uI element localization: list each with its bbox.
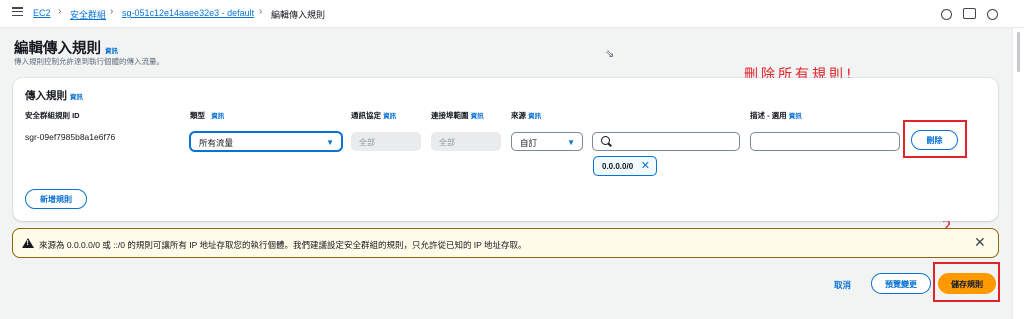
cidr-search-input[interactable] (592, 132, 740, 151)
column-header-type: 類型 資訊 (190, 111, 225, 120)
column-header-port-range: 連接埠範圍 資訊 (431, 111, 484, 120)
description-input[interactable] (750, 132, 900, 151)
protocol-field: 全部 (351, 132, 421, 151)
source-select[interactable]: 自訂 ▼ (511, 132, 583, 151)
breadcrumb-current: 編輯傳入規則 (271, 10, 326, 20)
type-info-link[interactable]: 資訊 (211, 113, 224, 120)
caret-down-icon: ▼ (567, 138, 575, 147)
search-icon (601, 136, 610, 145)
chevron-right-icon: › (110, 6, 114, 17)
info-circle-icon[interactable] (941, 9, 952, 20)
rule-id-value: sgr-09ef7985b8a1e6f76 (25, 132, 116, 142)
cidr-token: 0.0.0.0/0 ✕ (593, 156, 657, 176)
inbound-rules-heading: 傳入規則 資訊 (25, 90, 83, 102)
warning-alert-text: 來源為 0.0.0.0/0 或 ::/0 的規則可讓所有 IP 地址存取您的執行… (39, 240, 527, 250)
side-panel-rail (1012, 28, 1024, 319)
column-header-rule-id: 安全群組規則 ID (25, 111, 80, 120)
page-title: 編輯傳入規則 資訊 (14, 41, 119, 57)
delete-rule-button[interactable]: 刪除 (911, 130, 958, 150)
warning-icon (22, 238, 34, 248)
rules-info-link[interactable]: 資訊 (70, 94, 83, 101)
dismiss-alert-icon[interactable]: ✕ (974, 234, 986, 251)
chevron-right-icon: › (58, 6, 62, 17)
save-rules-button[interactable]: 儲存規則 (938, 273, 996, 294)
column-header-source: 來源 資訊 (511, 111, 542, 120)
chevron-right-icon: › (259, 6, 263, 17)
source-info-link[interactable]: 資訊 (528, 113, 541, 120)
hamburger-menu-icon[interactable] (12, 7, 23, 17)
breadcrumb-security-groups[interactable]: 安全群組 (70, 8, 106, 21)
port-range-field: 全部 (431, 132, 501, 151)
column-header-description: 描述 - 選用 資訊 (750, 111, 802, 120)
description-info-link[interactable]: 資訊 (789, 113, 802, 120)
page-info-link[interactable]: 資訊 (105, 48, 118, 55)
mouse-cursor-icon: ⇘ (605, 48, 615, 60)
port-info-link[interactable]: 資訊 (471, 113, 484, 120)
breadcrumb-security-group[interactable]: sg-051c12e14aaee32e3 - default (122, 8, 254, 18)
breadcrumb-ec2[interactable]: EC2 (33, 8, 51, 18)
cancel-button[interactable]: 取消 (834, 279, 851, 291)
protocol-info-link[interactable]: 資訊 (383, 113, 396, 120)
settings-icon[interactable] (987, 9, 998, 20)
column-header-protocol: 通訊協定 資訊 (351, 111, 397, 120)
notifications-icon[interactable] (963, 8, 976, 19)
preview-changes-button[interactable]: 預覽變更 (871, 273, 931, 294)
remove-token-icon[interactable]: ✕ (641, 159, 650, 172)
add-rule-button[interactable]: 新增規則 (25, 189, 87, 209)
page-description: 傳入規則控制允許達到執行個體的傳入流量。 (14, 57, 164, 66)
caret-down-icon: ▼ (326, 138, 334, 147)
type-select[interactable]: 所有流量 ▼ (190, 132, 342, 151)
